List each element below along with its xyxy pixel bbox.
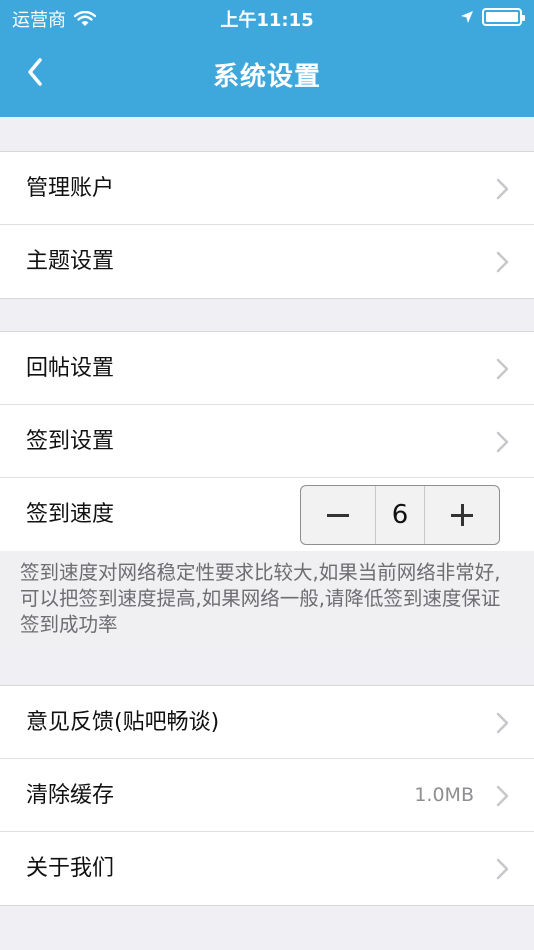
chevron-right-icon	[496, 358, 510, 380]
clear-cache-row[interactable]: 清除缓存 1.0MB	[0, 759, 534, 832]
about-us-label: 关于我们	[26, 856, 115, 881]
settings-group-misc: 意见反馈(贴吧畅谈) 清除缓存 1.0MB 关于我们	[0, 685, 534, 906]
reply-settings-row[interactable]: 回帖设置	[0, 332, 534, 405]
clear-cache-label: 清除缓存	[26, 783, 115, 808]
settings-group-posting: 回帖设置 签到设置 签到速度 6	[0, 331, 534, 552]
location-arrow-icon	[460, 10, 474, 24]
header: 运营商 上午11:15 系统设置	[0, 0, 534, 117]
checkin-speed-row: 签到速度 6	[0, 478, 534, 551]
chevron-right-icon	[496, 178, 510, 200]
speed-value: 6	[375, 486, 425, 544]
checkin-settings-row[interactable]: 签到设置	[0, 405, 534, 478]
settings-group-account: 管理账户 主题设置	[0, 151, 534, 299]
chevron-right-icon	[496, 712, 510, 734]
checkin-speed-label: 签到速度	[26, 502, 115, 527]
reply-settings-label: 回帖设置	[26, 356, 115, 381]
status-bar: 运营商 上午11:15	[0, 0, 534, 36]
chevron-right-icon	[496, 251, 510, 273]
status-time: 上午11:15	[220, 10, 314, 31]
checkin-settings-label: 签到设置	[26, 429, 115, 454]
page-title: 系统设置	[212, 62, 321, 92]
about-us-row[interactable]: 关于我们	[0, 832, 534, 905]
manage-accounts-label: 管理账户	[26, 176, 115, 201]
navigation-bar: 系统设置	[0, 36, 534, 117]
feedback-row[interactable]: 意见反馈(贴吧畅谈)	[0, 686, 534, 759]
checkin-speed-hint: 签到速度对网络稳定性要求比较大,如果当前网络非常好,可以把签到速度提高,如果网络…	[0, 551, 534, 651]
manage-accounts-row[interactable]: 管理账户	[0, 152, 534, 225]
battery-icon	[482, 8, 525, 26]
status-right	[460, 8, 525, 26]
chevron-right-icon	[496, 858, 510, 880]
chevron-right-icon	[496, 431, 510, 453]
increment-button[interactable]	[425, 486, 499, 544]
feedback-label: 意见反馈(贴吧畅谈)	[26, 710, 220, 735]
theme-settings-label: 主题设置	[26, 249, 115, 274]
chevron-right-icon	[496, 785, 510, 807]
speed-stepper: 6	[300, 485, 500, 545]
theme-settings-row[interactable]: 主题设置	[0, 225, 534, 298]
decrement-button[interactable]	[301, 486, 375, 544]
cache-size: 1.0MB	[414, 784, 474, 806]
